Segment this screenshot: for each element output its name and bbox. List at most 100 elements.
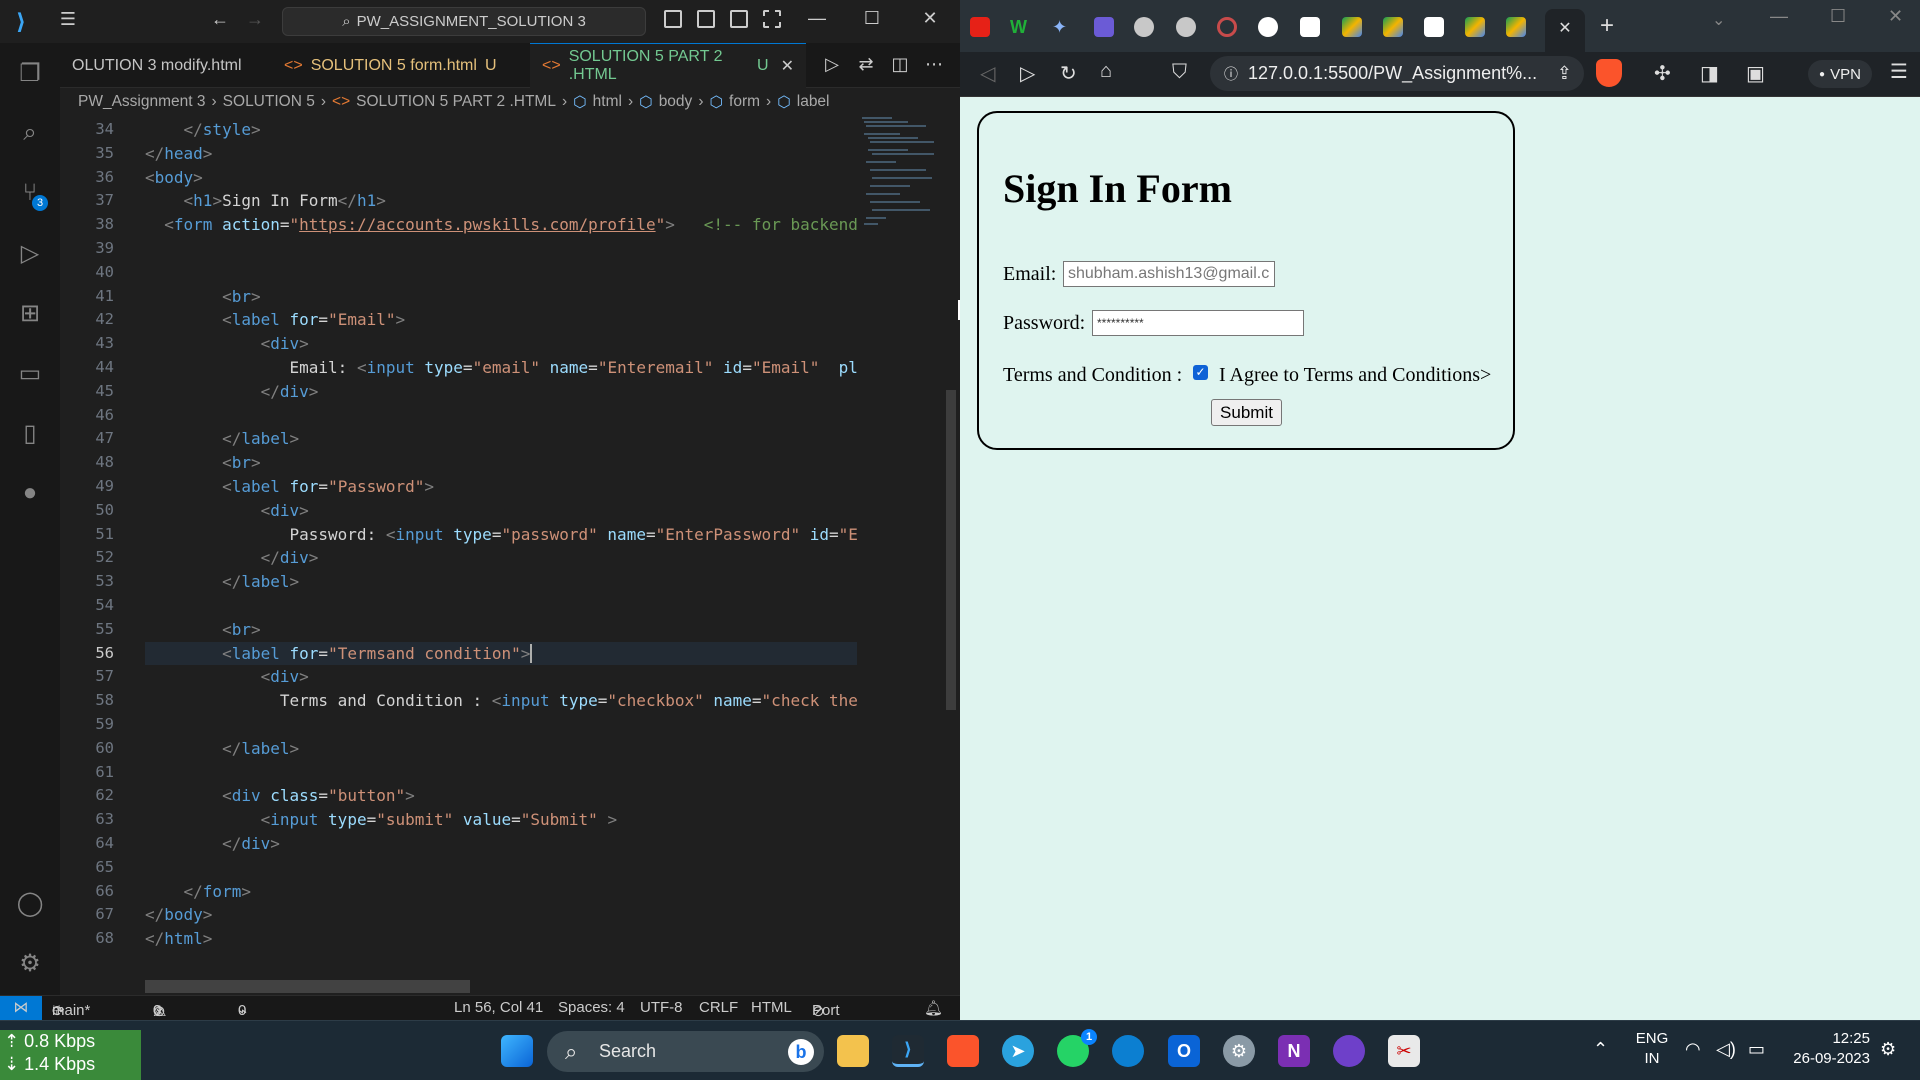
account-icon[interactable]: ◯ [0, 879, 60, 927]
back-arrow-icon[interactable]: ← [202, 9, 238, 30]
close-active-tab-icon[interactable]: ✕ [1545, 9, 1585, 52]
vertical-scrollbar[interactable] [944, 115, 960, 995]
google-drive-tab-icon[interactable] [1383, 17, 1403, 37]
vscode-taskbar-icon[interactable]: ⟩ [892, 1035, 924, 1067]
close-tab-icon[interactable]: ✕ [781, 56, 794, 76]
home-icon[interactable]: ⌂ [1100, 60, 1112, 83]
remote-explorer-icon[interactable]: ▭ [0, 349, 60, 397]
github-tab-icon[interactable] [1258, 17, 1278, 37]
notebook-icon[interactable]: ▯ [0, 409, 60, 457]
breadcrumb-item[interactable]: SOLUTION 5 [223, 93, 315, 111]
onenote-icon[interactable]: N [1278, 1035, 1310, 1067]
browser-menu-icon[interactable]: ☰ [1890, 59, 1908, 84]
language-indicator[interactable]: ENG IN [1632, 1029, 1672, 1069]
run-debug-icon[interactable]: ▷ [0, 229, 60, 277]
toggle-secondary-sidebar-icon[interactable] [730, 10, 748, 28]
command-center-search[interactable]: ⌕ PW_ASSIGNMENT_SOLUTION 3 [282, 7, 646, 36]
ai-sparkle-tab-icon[interactable]: ✦ [1052, 17, 1072, 37]
bookmark-icon[interactable]: ⛉ [1172, 61, 1187, 84]
breadcrumb-item[interactable]: PW_Assignment 3 [78, 93, 206, 111]
whatsapp-icon[interactable]: 1 [1057, 1029, 1097, 1067]
close-button[interactable]: ✕ [910, 8, 950, 29]
python-icon[interactable]: ● [0, 469, 60, 517]
minimap[interactable] [860, 115, 940, 235]
end-of-line[interactable]: CRLF [699, 999, 738, 1016]
extensions-puzzle-icon[interactable]: ✣ [1654, 61, 1671, 86]
youtube-tab-icon[interactable] [970, 17, 990, 37]
wordpress-tab-icon[interactable] [1424, 17, 1444, 37]
password-field[interactable]: ********** [1092, 310, 1304, 336]
menu-icon[interactable]: ☰ [50, 9, 86, 30]
volume-icon[interactable]: ◁) [1716, 1039, 1736, 1060]
google-drive-tab-icon[interactable] [1506, 17, 1526, 37]
google-drive-tab-icon[interactable] [1465, 17, 1485, 37]
brave-taskbar-icon[interactable] [947, 1035, 979, 1067]
maximize-button[interactable]: ☐ [852, 8, 892, 29]
toggle-panel-icon[interactable] [697, 10, 715, 28]
brave-shields-icon[interactable] [1596, 59, 1622, 87]
circle-site-tab-icon[interactable] [1217, 17, 1237, 37]
encoding[interactable]: UTF-8 [640, 999, 683, 1016]
wifi-icon[interactable]: ◠ [1685, 1039, 1701, 1060]
run-icon[interactable]: ▷ [814, 54, 850, 75]
reload-icon[interactable]: ↻ [1060, 61, 1077, 86]
explorer-icon[interactable]: ❐ [0, 49, 60, 97]
notifications-bell-icon[interactable]: 🔔︎ [924, 999, 943, 1017]
horizontal-scrollbar[interactable] [145, 980, 470, 993]
sidebar-toggle-icon[interactable]: ◨ [1700, 61, 1719, 86]
address-bar[interactable]: ⓘ 127.0.0.1:5500/PW_Assignment%... ⇪ [1210, 56, 1584, 91]
code-editor[interactable]: </style> </head> <body> <h1>Sign In Form… [145, 118, 857, 978]
more-actions-icon[interactable]: ⋯ [916, 54, 952, 75]
breadcrumb-item[interactable]: body [659, 93, 693, 111]
browser-maximize-button[interactable]: ☐ [1830, 6, 1846, 27]
back-icon[interactable]: ◁ [980, 61, 995, 86]
source-control-icon[interactable]: ⑂ 3 [0, 169, 60, 217]
browser-minimize-button[interactable]: — [1770, 6, 1788, 27]
cursor-position[interactable]: Ln 56, Col 41 [454, 999, 543, 1016]
toggle-primary-sidebar-icon[interactable] [664, 10, 682, 28]
vpn-button[interactable]: ● VPN [1808, 60, 1872, 88]
indentation[interactable]: Spaces: 4 [558, 999, 625, 1016]
telegram-icon[interactable]: ➤ [1002, 1035, 1034, 1067]
globe-tab-icon[interactable] [1134, 17, 1154, 37]
minimize-button[interactable]: — [797, 8, 837, 29]
forward-arrow-icon[interactable]: → [237, 9, 273, 30]
snipping-tool-icon[interactable]: ✂ [1388, 1035, 1420, 1067]
w-site-tab-icon[interactable]: W [1010, 17, 1030, 37]
settings-gear-icon[interactable]: ⚙ [0, 939, 60, 987]
breadcrumb-item[interactable]: form [729, 93, 760, 111]
edge-icon[interactable] [1112, 1035, 1144, 1067]
forward-icon[interactable]: ▷ [1020, 61, 1035, 86]
taskbar-search[interactable]: ⌕ Search b [547, 1031, 824, 1072]
search-icon[interactable]: ⌕ [0, 109, 60, 157]
clock[interactable]: 12:25 26-09-2023 [1780, 1029, 1870, 1069]
tab-form-html[interactable]: <> SOLUTION 5 form.html U [272, 43, 530, 88]
tab-part2-html[interactable]: <> SOLUTION 5 PART 2 .HTML U ✕ [530, 43, 806, 88]
start-button-windows-icon[interactable] [501, 1035, 533, 1067]
google-drive-tab-icon[interactable] [1342, 17, 1362, 37]
submit-button[interactable]: Submit [1211, 399, 1282, 426]
breadcrumb-item[interactable]: label [797, 93, 830, 111]
customize-layout-icon[interactable] [763, 10, 781, 28]
wordpress-tab-icon[interactable] [1300, 17, 1320, 37]
extensions-icon[interactable]: ⊞ [0, 289, 60, 337]
new-tab-icon[interactable]: + [1600, 12, 1614, 40]
tab-search-chevron-icon[interactable]: ⌄ [1712, 10, 1725, 30]
file-explorer-icon[interactable] [837, 1035, 869, 1067]
globe-tab-icon[interactable] [1176, 17, 1196, 37]
github-desktop-icon[interactable] [1333, 1035, 1365, 1067]
share-icon[interactable]: ⇪ [1557, 63, 1572, 84]
remote-indicator-icon[interactable]: ⋈ [0, 996, 42, 1021]
language-mode[interactable]: HTML [751, 999, 792, 1016]
browser-close-button[interactable]: ✕ [1888, 6, 1903, 27]
show-hidden-icons-chevron[interactable]: ⌃ [1593, 1039, 1608, 1060]
terms-checkbox[interactable]: ✓ [1193, 365, 1208, 380]
breadcrumb-item[interactable]: html [593, 93, 622, 111]
compare-changes-icon[interactable]: ⇄ [848, 54, 884, 75]
email-field[interactable]: shubham.ashish13@gmail.c [1063, 261, 1275, 287]
notification-center-icon[interactable]: ⚙ [1880, 1039, 1896, 1060]
split-editor-icon[interactable]: ◫ [882, 54, 918, 75]
settings-icon[interactable]: ⚙ [1223, 1035, 1255, 1067]
wallet-icon[interactable]: ▣ [1746, 61, 1765, 86]
tab-modify-html[interactable]: OLUTION 3 modify.html [60, 43, 272, 88]
